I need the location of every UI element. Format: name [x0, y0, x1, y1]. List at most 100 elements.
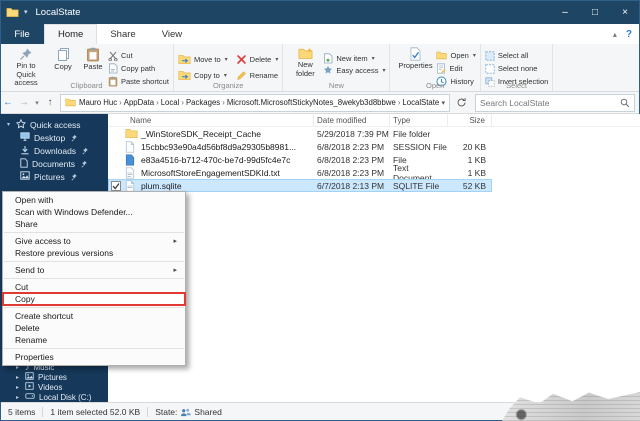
sidebar-item-pictures-pc[interactable]: ▸ Pictures	[0, 372, 108, 382]
breadcrumb-segment[interactable]: LocalState	[402, 98, 439, 107]
refresh-button[interactable]	[452, 94, 470, 112]
ribbon-group-select: Select all Select none Invert selection …	[481, 44, 554, 91]
search-box[interactable]	[475, 93, 635, 112]
sidebar-item-local-disk-c[interactable]: ▸ Local Disk (C:)	[0, 392, 108, 402]
breadcrumb-segment[interactable]: AppData	[124, 98, 154, 107]
address-dropdown-icon[interactable]: ▾	[441, 99, 445, 107]
status-items-count: 5 items	[8, 407, 36, 417]
select-none-button[interactable]: Select none	[485, 62, 548, 75]
sidebar-item-desktop[interactable]: Desktop	[0, 131, 108, 144]
properties-button[interactable]: Properties	[394, 46, 436, 72]
sidebar-item-quick-access[interactable]: ▾ Quick access	[0, 118, 108, 131]
tab-view[interactable]: View	[149, 24, 195, 44]
context-menu-item-rename[interactable]: Rename	[3, 334, 185, 346]
status-selection-info: 1 item selected 52.0 KB	[50, 407, 141, 417]
select-all-button[interactable]: Select all	[485, 49, 548, 62]
delete-button[interactable]: Delete ▾	[236, 51, 278, 67]
new-folder-button[interactable]: New folder	[287, 46, 323, 79]
maximize-button[interactable]: □	[580, 0, 610, 24]
window-controls: – □ ×	[550, 0, 640, 24]
copy-button[interactable]: Copy	[48, 46, 78, 73]
file-row-selected[interactable]: plum.sqlite 6/7/2018 2:13 PM SQLITE File…	[108, 179, 640, 192]
breadcrumb-segment[interactable]: Packages	[186, 98, 220, 107]
select-none-icon	[485, 63, 495, 74]
chevron-down-icon[interactable]: ▾	[5, 121, 12, 128]
ribbon-tab-strip: File Home Share View ▴ ?	[0, 24, 640, 44]
cut-button[interactable]: Cut	[108, 49, 169, 62]
menu-separator	[4, 278, 184, 279]
help-icon[interactable]: ?	[626, 29, 632, 40]
sidebar-item-pictures[interactable]: Pictures	[0, 170, 108, 183]
address-bar[interactable]: Mauro Huc › AppData › Local › Packages ›…	[60, 93, 450, 112]
context-menu: Open with Scan with Windows Defender... …	[2, 191, 186, 366]
window-title: LocalState	[35, 6, 81, 18]
sidebar-item-documents[interactable]: Documents	[0, 157, 108, 170]
menu-item-label: Share	[15, 219, 38, 229]
checkbox-checked-icon[interactable]	[111, 180, 122, 191]
context-menu-item-delete[interactable]: Delete	[3, 322, 185, 334]
context-menu-item-create-shortcut[interactable]: Create shortcut	[3, 310, 185, 322]
ribbon-group-clipboard: Pin to Quick access Copy Paste Cut Copy …	[0, 44, 174, 91]
context-menu-item-open-with[interactable]: Open with	[3, 194, 185, 206]
ribbon-collapse-icon[interactable]: ▴	[613, 30, 617, 39]
column-header-type[interactable]: Type	[390, 114, 448, 126]
properties-icon	[409, 47, 422, 61]
tab-home[interactable]: Home	[44, 24, 98, 44]
chevron-right-icon[interactable]: ▸	[14, 394, 21, 401]
context-menu-item-send-to[interactable]: Send to ▸	[3, 264, 185, 276]
minimize-button[interactable]: –	[550, 0, 580, 24]
file-row[interactable]: 15cbbc93e90a4d56bf8d9a29305b8981... 6/8/…	[108, 140, 640, 153]
context-menu-item-copy[interactable]: Copy	[2, 292, 186, 306]
sidebar-item-downloads[interactable]: Downloads	[0, 144, 108, 157]
qat-customize-icon[interactable]: ▾	[24, 8, 28, 16]
recent-locations-icon[interactable]: ▾	[32, 99, 42, 107]
tab-share[interactable]: Share	[97, 24, 148, 44]
open-button[interactable]: Open ▾	[436, 49, 476, 62]
select-all-icon	[485, 50, 495, 61]
sidebar-item-videos[interactable]: ▸ Videos	[0, 382, 108, 392]
file-row[interactable]: _WinStoreSDK_Receipt_Cache 5/29/2018 7:3…	[108, 127, 640, 140]
up-button[interactable]: ↑	[42, 97, 58, 108]
breadcrumb-segment[interactable]: Local	[161, 98, 180, 107]
file-row[interactable]: MicrosoftStoreEngagementSDKId.txt 6/8/20…	[108, 163, 640, 183]
context-menu-item-cut[interactable]: Cut	[3, 281, 185, 293]
easy-access-button[interactable]: Easy access ▾	[323, 64, 385, 76]
context-menu-item-give-access-to[interactable]: Give access to ▸	[3, 235, 185, 247]
new-item-button[interactable]: New item ▾	[323, 52, 385, 64]
move-to-button[interactable]: Move to ▾	[178, 51, 228, 67]
back-button[interactable]: ←	[0, 97, 16, 108]
close-button[interactable]: ×	[610, 0, 640, 24]
forward-button[interactable]: →	[16, 97, 32, 108]
column-header-name[interactable]: Name	[108, 114, 314, 126]
pin-icon	[71, 134, 78, 142]
breadcrumb-segment[interactable]: Microsoft.MicrosoftStickyNotes_8wekyb3d8…	[227, 98, 396, 107]
breadcrumb-segment[interactable]: Mauro Huc	[79, 98, 117, 107]
chevron-right-icon[interactable]: ▸	[14, 374, 21, 381]
context-menu-item-properties[interactable]: Properties	[3, 351, 185, 363]
copy-path-button[interactable]: Copy path	[108, 62, 169, 75]
menu-item-label: Send to	[15, 265, 45, 275]
tab-file[interactable]: File	[0, 24, 44, 44]
search-input[interactable]	[480, 97, 617, 108]
context-menu-item-restore-previous-versions[interactable]: Restore previous versions	[3, 247, 185, 259]
column-header-date-modified[interactable]: Date modified	[314, 114, 390, 126]
paste-button[interactable]: Paste	[78, 46, 108, 73]
file-icon	[125, 180, 138, 192]
file-date: 5/29/2018 7:39 PM	[317, 128, 389, 139]
pin-icon	[71, 173, 78, 181]
file-icon	[125, 141, 138, 153]
file-size: 1 KB	[467, 154, 486, 165]
copy-label: Copy	[54, 62, 72, 71]
file-size: 52 KB	[462, 180, 486, 191]
sidebar-item-label: Local Disk (C:)	[39, 392, 92, 402]
submenu-arrow-icon: ▸	[173, 267, 177, 274]
file-name: _WinStoreSDK_Receipt_Cache	[141, 128, 262, 139]
context-menu-item-share[interactable]: Share	[3, 218, 185, 230]
chevron-right-icon[interactable]: ▸	[14, 384, 21, 391]
edit-button[interactable]: Edit	[436, 62, 475, 75]
quick-access-star-icon	[15, 118, 27, 131]
column-header-size[interactable]: Size	[448, 114, 492, 126]
context-menu-item-scan-with-windows-defender[interactable]: Scan with Windows Defender...	[3, 206, 185, 218]
edit-icon	[436, 63, 446, 74]
file-row[interactable]: e83a4516-b712-470c-be7d-99d5fc4e7c 6/8/2…	[108, 153, 640, 166]
